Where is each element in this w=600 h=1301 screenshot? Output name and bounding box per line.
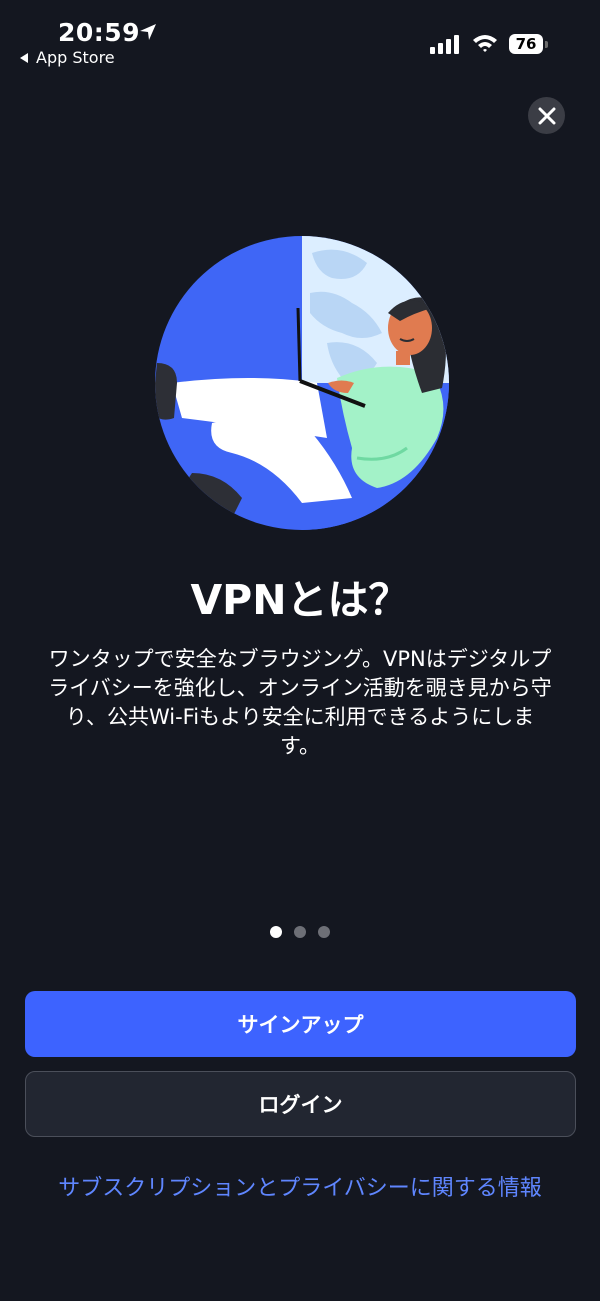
page-dot-1[interactable] [270,926,282,938]
close-icon [538,107,555,124]
signup-button[interactable]: サインアップ [25,991,576,1057]
wifi-icon [473,35,497,52]
battery-indicator: 76 [509,34,543,54]
location-arrow-icon [140,24,156,40]
page-dot-3[interactable] [318,926,330,938]
back-triangle-icon [20,52,28,63]
close-button[interactable] [528,97,565,134]
login-button[interactable]: ログイン [25,1071,576,1137]
page-title: VPNとは？ [190,576,410,624]
battery-tip [545,41,548,48]
page-dot-2[interactable] [294,926,306,938]
back-app-label: App Store [36,48,115,67]
vpn-illustration [155,236,449,530]
back-to-app-store-link[interactable]: App Store [20,48,115,67]
cellular-signal-icon [430,35,459,54]
page-indicator [0,926,600,940]
subscription-privacy-info-link[interactable]: サブスクリプションとプライバシーに関する情報 [0,1170,600,1202]
page-description: ワンタップで安全なブラウジング。VPNはデジタルプライバシーを強化し、オンライン… [48,647,552,758]
status-bar: 20:59 App Store 76 [0,0,600,76]
status-time: 20:59 [58,18,141,47]
